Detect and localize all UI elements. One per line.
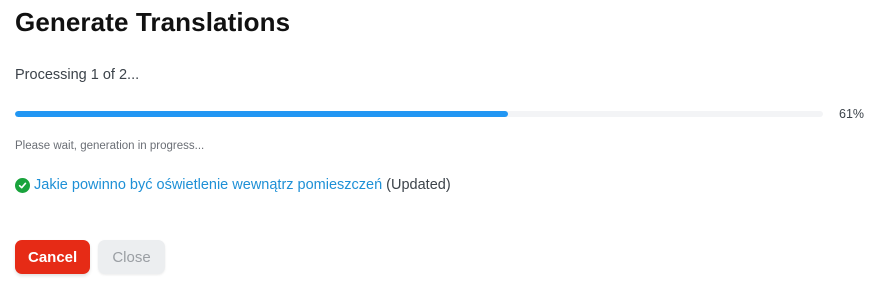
dialog-title: Generate Translations xyxy=(15,7,291,37)
result-item: Jakie powinno być oświetlenie wewnątrz p… xyxy=(15,177,451,193)
progress-bar-fill xyxy=(15,111,508,117)
progress-hint: Please wait, generation in progress... xyxy=(15,140,205,152)
progress-bar xyxy=(15,111,823,117)
close-button[interactable]: Close xyxy=(98,240,165,274)
generate-translations-dialog: Generate Translations Processing 1 of 2.… xyxy=(0,0,880,286)
progress-percent: 61% xyxy=(839,107,865,121)
result-post-link[interactable]: Jakie powinno być oświetlenie wewnątrz p… xyxy=(34,177,382,193)
status-text: Processing 1 of 2... xyxy=(15,67,140,83)
result-status-label: (Updated) xyxy=(386,177,451,193)
check-circle-icon xyxy=(15,177,30,193)
cancel-button[interactable]: Cancel xyxy=(15,240,90,274)
